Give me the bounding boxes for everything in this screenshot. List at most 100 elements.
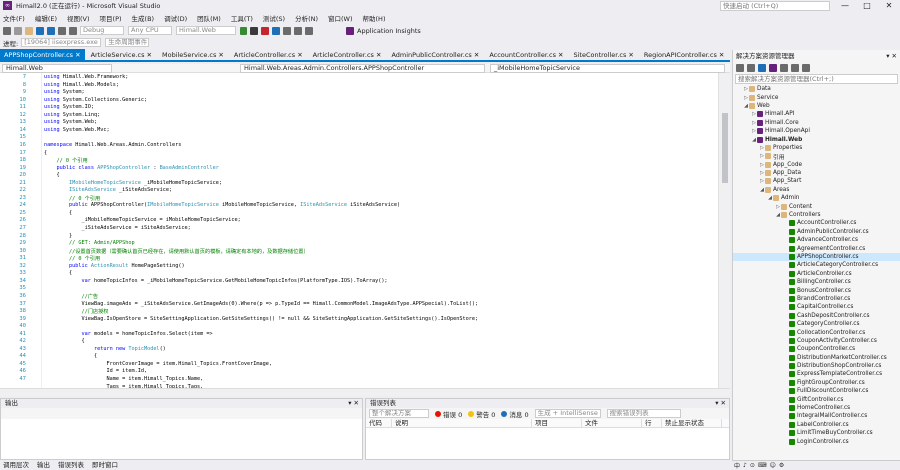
collapse-all-icon[interactable]: [791, 63, 799, 72]
tree-item[interactable]: ▷ Himall.API: [733, 110, 900, 118]
tray-icon[interactable]: ☺: [770, 462, 776, 469]
tree-item[interactable]: CouponActivityController.cs: [733, 337, 900, 345]
solution-views-icon[interactable]: [769, 63, 777, 72]
tree-item[interactable]: DistributionShopController.cs: [733, 362, 900, 370]
maximize-button[interactable]: □: [856, 0, 878, 12]
tree-item[interactable]: ◢ Controllers: [733, 211, 900, 219]
tree-item[interactable]: ◢ Admin: [733, 194, 900, 202]
document-tab[interactable]: ArticleController.cs ✕: [309, 49, 386, 61]
home-icon[interactable]: [758, 63, 766, 72]
tree-item[interactable]: ▷ App_Code: [733, 161, 900, 169]
refresh-icon[interactable]: [780, 63, 788, 72]
build-source-select[interactable]: 生成 + IntelliSense: [534, 409, 601, 418]
code-line[interactable]: }: [44, 233, 72, 239]
tree-item[interactable]: LabelController.cs: [733, 421, 900, 429]
document-tab[interactable]: AccountController.cs ✕: [485, 49, 567, 61]
tool-window-tab[interactable]: 即时窗口: [92, 460, 118, 470]
code-line[interactable]: var models = homeTopicInfos.Select(item …: [44, 331, 212, 337]
tree-item[interactable]: ◢ Himall.Web: [733, 135, 900, 143]
code-line[interactable]: using System.Linq;: [44, 112, 100, 118]
code-line[interactable]: //门店授权: [44, 308, 108, 315]
code-line[interactable]: using System.IO;: [44, 104, 94, 110]
step-out-icon[interactable]: [305, 26, 313, 35]
code-line[interactable]: public class APPShopController : BaseAdm…: [44, 165, 218, 171]
tree-item[interactable]: CouponController.cs: [733, 345, 900, 353]
document-tab[interactable]: AdminPublicController.cs ✕: [387, 49, 483, 61]
close-button[interactable]: ✕: [878, 0, 900, 12]
menu-item[interactable]: 生成(B): [132, 13, 155, 23]
document-tab[interactable]: RegionAPIController.cs ✕: [640, 49, 728, 61]
errors-filter-button[interactable]: 错误 0: [435, 409, 462, 419]
back-icon[interactable]: [3, 26, 11, 35]
menu-item[interactable]: 调试(D): [164, 13, 187, 23]
code-line[interactable]: using System.Web.Mvc;: [44, 127, 110, 133]
tree-item[interactable]: DistributionMarketController.cs: [733, 354, 900, 362]
code-line[interactable]: {: [44, 353, 97, 359]
tree-item[interactable]: ▷ Himall.Core: [733, 119, 900, 127]
tree-item[interactable]: ◢ Web: [733, 102, 900, 110]
horizontal-scrollbar[interactable]: [0, 388, 730, 396]
code-line[interactable]: {: [44, 172, 59, 178]
code-line[interactable]: //广告: [44, 293, 98, 300]
menu-item[interactable]: 编辑(E): [35, 13, 57, 23]
step-into-icon[interactable]: [294, 26, 302, 35]
tool-window-tab[interactable]: 错误列表: [58, 460, 84, 470]
redo-icon[interactable]: [69, 26, 77, 35]
tree-item[interactable]: APPShopController.cs: [733, 252, 900, 262]
error-column-header[interactable]: 禁止显示状态: [662, 419, 722, 427]
tray-icon[interactable]: ⊙: [750, 462, 755, 469]
tree-item[interactable]: CategoryController.cs: [733, 320, 900, 328]
code-line[interactable]: Name = item.Himall_Topics.Name,: [44, 376, 203, 382]
document-tab[interactable]: MobileService.cs ✕: [158, 49, 228, 61]
code-line[interactable]: // 0 个引用: [44, 255, 100, 262]
code-line[interactable]: //设置首页数据（需要确认首页已经存在，请使用默认首页的模板，请确定有本地的，及…: [44, 248, 309, 255]
quick-launch-input[interactable]: 快速启动 (Ctrl+Q): [720, 1, 830, 11]
continue-icon[interactable]: [240, 26, 247, 35]
code-line[interactable]: ViewBag.imageAds = _iSiteAdsService.GetI…: [44, 301, 478, 307]
code-line[interactable]: using Himall.Web.Models;: [44, 82, 119, 88]
menu-item[interactable]: 文件(F): [3, 13, 25, 23]
configuration-select[interactable]: Debug: [80, 26, 124, 35]
menu-item[interactable]: 分析(N): [295, 13, 318, 23]
tray-icon[interactable]: ⚙: [779, 462, 784, 469]
tree-item[interactable]: CapitalController.cs: [733, 303, 900, 311]
code-line[interactable]: IMobileHomeTopicService _iMobileHomeTopi…: [44, 180, 222, 186]
messages-filter-button[interactable]: 消息 0: [501, 409, 529, 419]
save-all-icon[interactable]: [47, 26, 55, 35]
restart-icon[interactable]: [272, 26, 280, 35]
tray-icon[interactable]: ⌨: [758, 462, 767, 469]
code-line[interactable]: FrontCoverImage = item.Himall_Topics.Fro…: [44, 361, 272, 367]
error-column-header[interactable]: 行: [642, 419, 662, 427]
tree-item[interactable]: ArticleCategoryController.cs: [733, 261, 900, 269]
code-line[interactable]: Id = item.Id,: [44, 368, 147, 374]
application-insights-button[interactable]: Application Insights: [357, 27, 421, 35]
open-folder-icon[interactable]: [25, 26, 33, 35]
code-line[interactable]: using Himall.Web.Framework;: [44, 74, 128, 80]
tree-item[interactable]: ▷ Service: [733, 93, 900, 101]
tree-item[interactable]: ▷ Content: [733, 202, 900, 210]
platform-select[interactable]: Any CPU: [128, 26, 172, 35]
tree-item[interactable]: FullDiscountController.cs: [733, 387, 900, 395]
properties-icon[interactable]: [802, 63, 810, 72]
tray-icon[interactable]: ♪: [743, 462, 747, 469]
document-tab[interactable]: SiteController.cs ✕: [569, 49, 637, 61]
tree-item[interactable]: AdminPublicController.cs: [733, 228, 900, 236]
error-column-header[interactable]: 代码: [366, 419, 392, 427]
undo-icon[interactable]: [58, 26, 66, 35]
menu-item[interactable]: 项目(P): [100, 13, 122, 23]
tree-item[interactable]: ▷ Himall.OpenApi: [733, 127, 900, 135]
code-line[interactable]: using System.Collections.Generic;: [44, 97, 147, 103]
panel-pin-icon[interactable]: ▾ ✕: [715, 399, 726, 408]
tree-item[interactable]: AgreementController.cs: [733, 244, 900, 252]
menu-item[interactable]: 工具(T): [231, 13, 253, 23]
tree-item[interactable]: LimitTimeBuyController.cs: [733, 429, 900, 437]
stop-icon[interactable]: [261, 26, 269, 35]
document-tab[interactable]: APPShopController.cs ✕: [0, 49, 85, 61]
code-area[interactable]: using Himall.Web.Framework; using Himall.…: [0, 73, 718, 388]
tree-item[interactable]: BonusController.cs: [733, 286, 900, 294]
tree-item[interactable]: CashDepositController.cs: [733, 312, 900, 320]
minimize-button[interactable]: —: [834, 0, 856, 12]
scope-select[interactable]: 整个解决方案: [369, 409, 429, 418]
project-nav-select[interactable]: Himall.Web: [2, 64, 112, 73]
application-insights-icon[interactable]: [346, 26, 354, 35]
